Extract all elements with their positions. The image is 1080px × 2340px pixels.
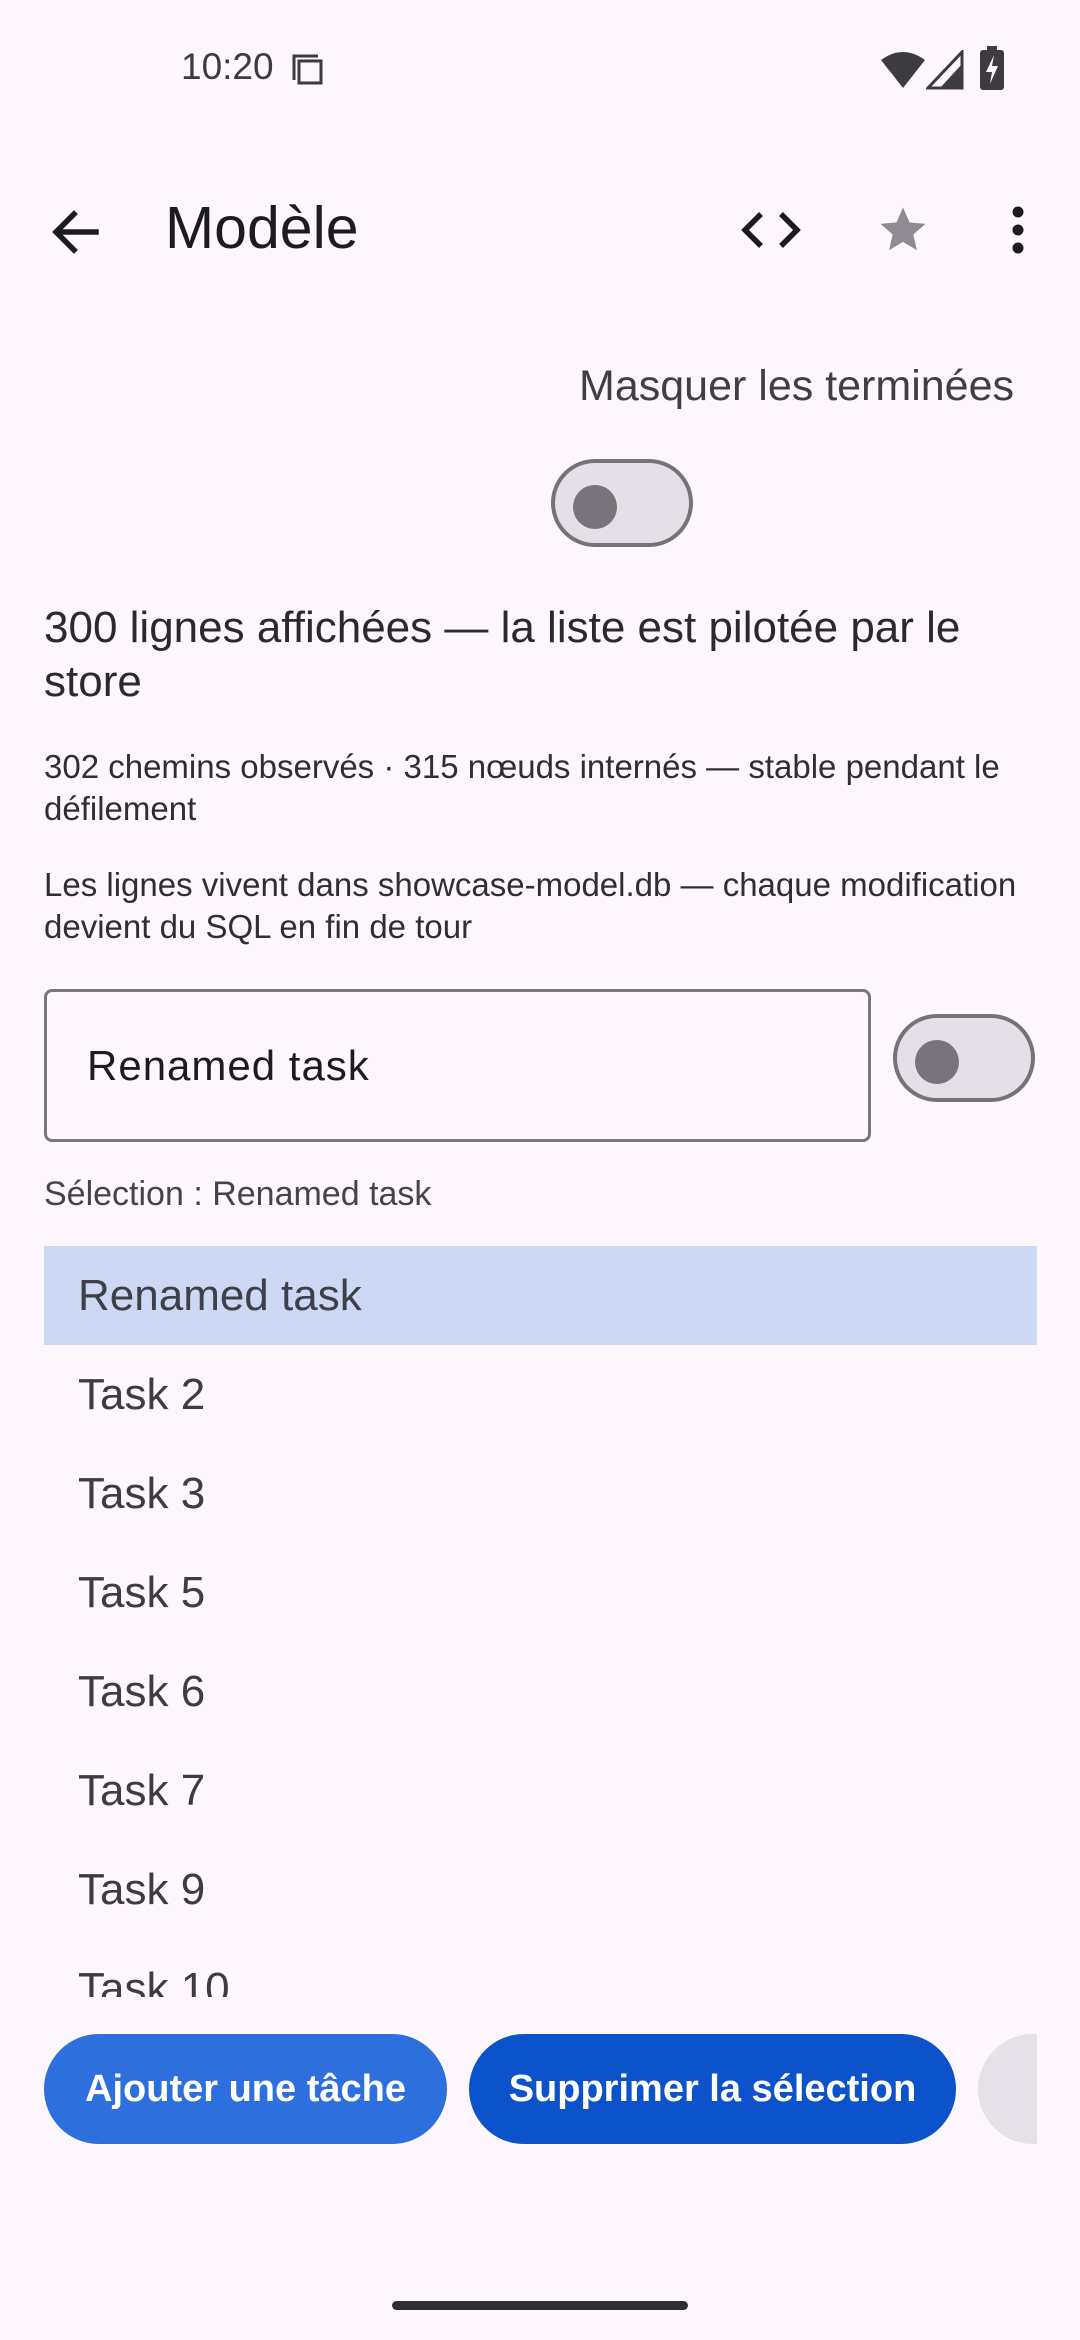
task-row[interactable]: Task 5 bbox=[44, 1543, 1037, 1642]
task-row[interactable]: Task 3 bbox=[44, 1444, 1037, 1543]
add-task-button[interactable]: Ajouter une tâche bbox=[44, 2034, 447, 2144]
task-row[interactable]: Task 10 bbox=[44, 1939, 1037, 1998]
action-row-clip bbox=[1037, 2020, 1080, 2160]
battery-charging-icon bbox=[980, 46, 1004, 90]
task-label: Task 7 bbox=[78, 1765, 206, 1815]
screen: 10:20 Modèle Masquer les terminées 300 l… bbox=[0, 0, 1080, 2340]
task-row[interactable]: Task 9 bbox=[44, 1840, 1037, 1939]
task-name-field[interactable] bbox=[44, 989, 871, 1142]
database-info: Les lignes vivent dans showcase-model.db… bbox=[44, 866, 1017, 945]
task-label: Renamed task bbox=[78, 1270, 362, 1320]
star-icon bbox=[880, 207, 926, 251]
hide-completed-label: Masquer les terminées bbox=[579, 362, 1014, 410]
task-label: Task 2 bbox=[78, 1369, 206, 1419]
task-label: Task 6 bbox=[78, 1666, 206, 1716]
task-row[interactable]: Task 2 bbox=[44, 1345, 1037, 1444]
task-label: Task 10 bbox=[78, 1963, 230, 1998]
task-label: Task 5 bbox=[78, 1567, 206, 1617]
task-list[interactable]: Renamed task Task 2 Task 3 Task 5 Task 6… bbox=[44, 1246, 1037, 1997]
page-title: Modèle bbox=[165, 195, 359, 261]
rows-summary-headline: 300 lignes affichées — la liste est pilo… bbox=[44, 603, 961, 706]
switch-thumb bbox=[573, 485, 617, 529]
task-row[interactable]: Task 7 bbox=[44, 1741, 1037, 1840]
switch-thumb bbox=[915, 1040, 959, 1084]
task-row[interactable]: Task 6 bbox=[44, 1642, 1037, 1741]
hide-completed-switch[interactable] bbox=[551, 459, 693, 547]
status-bar: 10:20 bbox=[0, 0, 1080, 140]
delete-selection-button[interactable]: Supprimer la sélection bbox=[469, 2034, 956, 2144]
status-time: 10:20 bbox=[181, 46, 274, 87]
signal-icon bbox=[926, 50, 964, 90]
task-done-switch[interactable] bbox=[893, 1014, 1035, 1102]
back-arrow-icon bbox=[52, 210, 99, 254]
wifi-icon bbox=[881, 52, 925, 88]
more-vert-icon bbox=[1012, 206, 1024, 254]
screenshot-icon bbox=[292, 54, 323, 85]
task-name-input[interactable] bbox=[87, 992, 827, 1139]
task-label: Task 9 bbox=[78, 1864, 206, 1914]
back-button[interactable] bbox=[36, 192, 116, 272]
more-options-button[interactable] bbox=[978, 190, 1058, 270]
favorite-button[interactable] bbox=[863, 190, 943, 270]
task-label: Task 3 bbox=[78, 1468, 206, 1518]
selection-label: Sélection : Renamed task bbox=[44, 1175, 432, 1213]
view-source-button[interactable] bbox=[731, 190, 811, 270]
top-app-bar: Modèle bbox=[0, 170, 1080, 280]
home-indicator[interactable] bbox=[392, 2301, 688, 2310]
paths-info: 302 chemins observés · 315 nœuds interné… bbox=[44, 748, 1000, 827]
code-icon bbox=[741, 212, 801, 248]
task-row-selected[interactable]: Renamed task bbox=[44, 1246, 1037, 1345]
